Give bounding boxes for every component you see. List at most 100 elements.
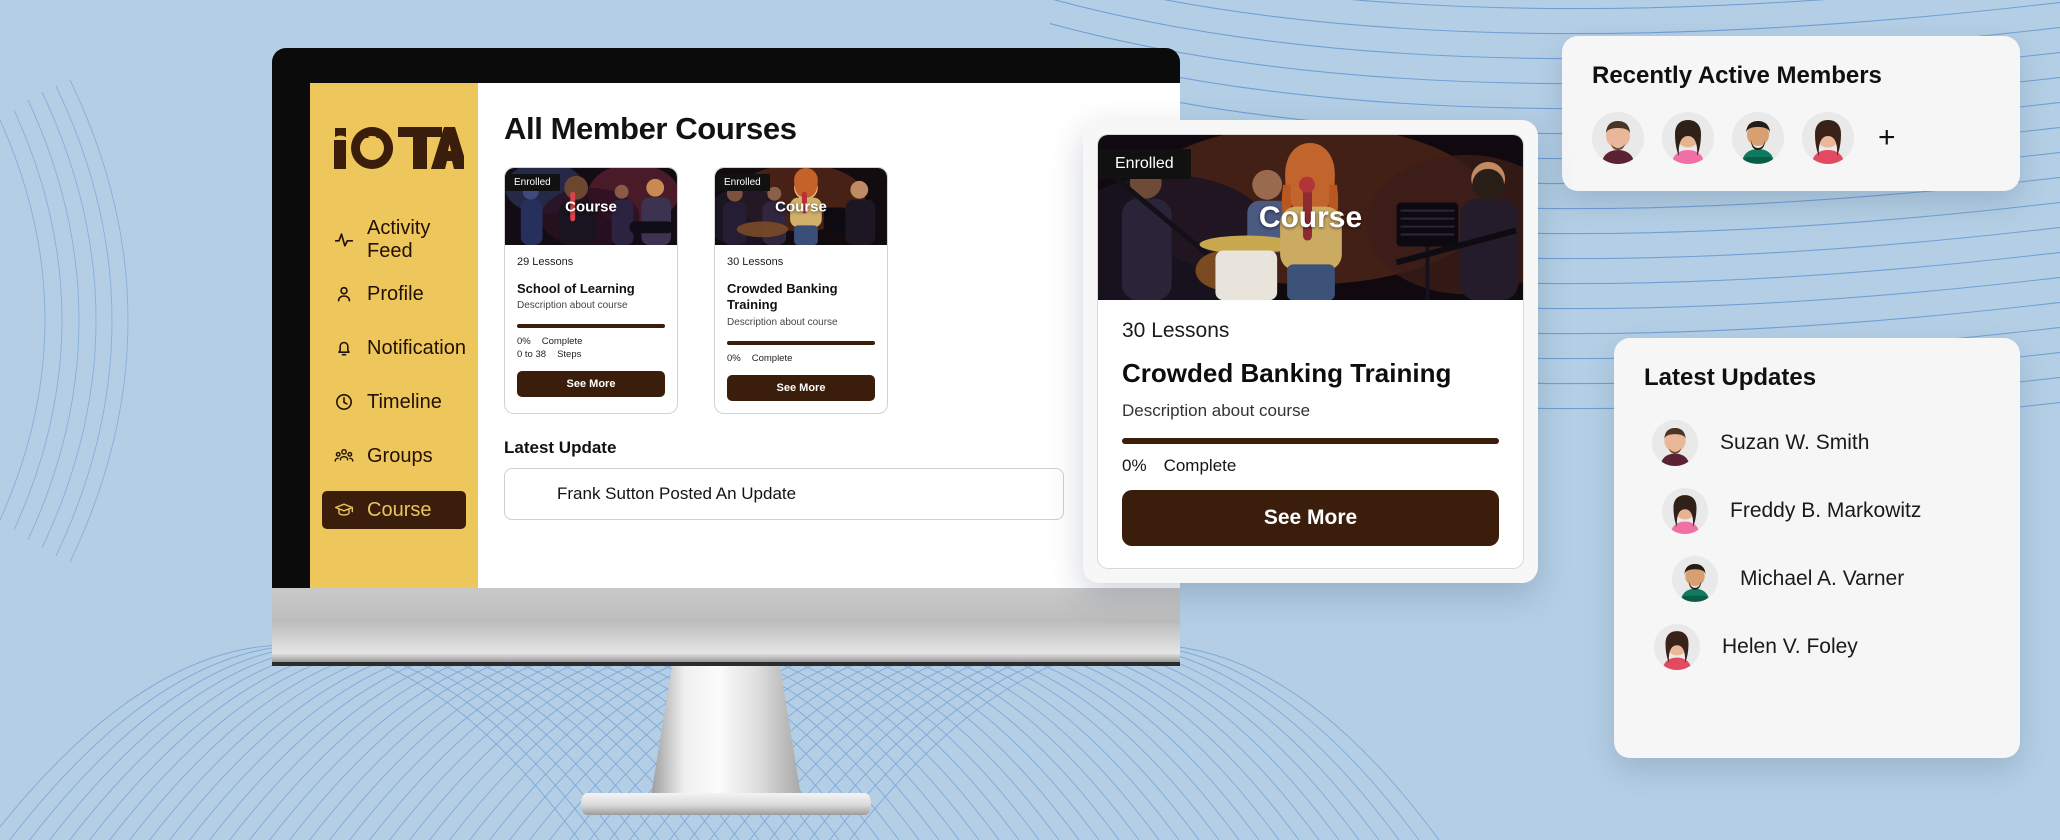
list-item[interactable]: Michael A. Varner: [1644, 556, 1990, 602]
member-name: Helen V. Foley: [1722, 635, 1858, 658]
progress-bar: [517, 324, 665, 329]
see-more-button[interactable]: See More: [1122, 489, 1499, 546]
course-hero-label: Course: [1258, 201, 1363, 234]
stand-base: [581, 793, 871, 815]
course-card-hero: Enrolled Course: [715, 168, 887, 246]
member-avatar[interactable]: [1662, 112, 1714, 164]
sidebar-item-activity-feed[interactable]: Activity Feed: [310, 217, 478, 262]
sidebar-item-notification[interactable]: Notification: [310, 329, 478, 367]
see-more-button[interactable]: See More: [517, 371, 665, 398]
latest-update-text: Frank Sutton Posted An Update: [557, 483, 797, 503]
avatar: [1672, 556, 1718, 602]
enrolled-badge: Enrolled: [715, 174, 770, 191]
avatar-photo: [1732, 112, 1784, 164]
course-title: School of Learning: [517, 281, 635, 296]
progress-bar: [727, 340, 875, 345]
course-card-body: 29 Lessons School of Learning Descriptio…: [505, 246, 677, 409]
panel-title: Recently Active Members: [1592, 62, 1882, 89]
group-people-icon: [334, 446, 354, 466]
member-name: Suzan W. Smith: [1720, 431, 1870, 454]
enrolled-badge: Enrolled: [505, 174, 560, 191]
progress-percent: 0%: [727, 352, 741, 364]
page-title: All Member Courses: [504, 111, 797, 146]
avatar: [1654, 624, 1700, 670]
lessons-count: 29 Lessons: [517, 256, 574, 268]
avatar: [1662, 488, 1708, 534]
list-item[interactable]: Suzan W. Smith: [1644, 420, 1990, 466]
lessons-count: 30 Lessons: [727, 256, 784, 268]
bell-icon: [334, 338, 354, 358]
featured-course-inner: Enrolled Course 30 Lessons Crowded Banki…: [1097, 134, 1524, 569]
sidebar-nav: Activity Feed Profile Notification Timel…: [310, 217, 478, 529]
latest-update-item[interactable]: Frank Sutton Posted An Update: [504, 467, 1064, 520]
desktop-monitor-mockup: Activity Feed Profile Notification Timel…: [272, 48, 1180, 815]
graduation-cap-icon: [334, 500, 354, 520]
sidebar-item-profile[interactable]: Profile: [310, 275, 478, 313]
course-title: Crowded Banking Training: [1122, 358, 1452, 388]
recently-active-members-panel: Recently Active Members +: [1562, 36, 2020, 191]
course-card[interactable]: Enrolled Course 29 Lessons School of Lea…: [504, 167, 678, 414]
avatar-photo: [1592, 112, 1644, 164]
monitor-screen: Activity Feed Profile Notification Timel…: [310, 83, 1180, 588]
course-hero-label: Course: [775, 198, 827, 216]
stand-neck: [651, 666, 801, 796]
enrolled-badge: Enrolled: [1098, 149, 1191, 179]
course-card[interactable]: Enrolled Course 30 Lessons Crowded Banki…: [714, 167, 888, 414]
see-more-button[interactable]: See More: [727, 374, 875, 401]
progress-percent-label: Complete: [541, 336, 583, 348]
latest-update-heading: Latest Update: [504, 437, 617, 457]
member-avatar[interactable]: [1732, 112, 1784, 164]
sidebar-item-course[interactable]: Course: [322, 491, 466, 529]
sidebar-item-label: Timeline: [367, 390, 442, 413]
featured-course-body: 30 Lessons Crowded Banking Training Desc…: [1098, 301, 1523, 568]
course-card-hero: Enrolled Course: [505, 168, 677, 246]
avatar-photo: [1802, 112, 1854, 164]
member-avatar[interactable]: [1592, 112, 1644, 164]
member-name: Freddy B. Markowitz: [1730, 499, 1922, 522]
featured-course-hero: Enrolled Course: [1098, 135, 1523, 301]
add-member-button[interactable]: +: [1878, 123, 1896, 153]
activity-pulse-icon: [334, 230, 354, 250]
course-hero-label: Course: [565, 198, 617, 216]
featured-course-card[interactable]: Enrolled Course 30 Lessons Crowded Banki…: [1083, 120, 1538, 583]
avatar: [1652, 420, 1698, 466]
progress-percent: 0%: [517, 336, 531, 348]
sidebar-item-label: Profile: [367, 282, 424, 305]
user-icon: [334, 284, 354, 304]
avatar-photo: [1654, 624, 1700, 670]
avatar-photo: [1662, 112, 1714, 164]
sidebar-item-label: Course: [367, 498, 432, 521]
steps-value: 0 to 38: [517, 349, 547, 361]
list-item[interactable]: Freddy B. Markowitz: [1644, 488, 1990, 534]
course-cards-row: Enrolled Course 29 Lessons School of Lea…: [504, 167, 1180, 414]
progress-percent-label: Complete: [751, 352, 793, 364]
avatar-photo: [1672, 556, 1718, 602]
steps-label: Steps: [557, 349, 582, 361]
progress-meta: 0% Complete: [727, 353, 875, 364]
panel-title: Latest Updates: [1644, 364, 1817, 391]
sidebar-item-label: Groups: [367, 444, 433, 467]
progress-percent-label: Complete: [1163, 455, 1237, 475]
avatar-photo: [1662, 488, 1708, 534]
list-item[interactable]: Helen V. Foley: [1644, 624, 1990, 670]
course-title: Crowded Banking Training: [727, 281, 838, 313]
monitor-bezel: Activity Feed Profile Notification Timel…: [272, 48, 1180, 588]
main-content: All Member Courses Enrolled Course 29 Le…: [478, 83, 1180, 588]
member-name: Michael A. Varner: [1740, 567, 1905, 590]
course-card-body: 30 Lessons Crowded Banking Training Desc…: [715, 246, 887, 413]
course-description: Description about course: [517, 300, 628, 312]
progress-percent: 0%: [1122, 455, 1147, 475]
member-avatar[interactable]: [1802, 112, 1854, 164]
sidebar-item-label: Notification: [367, 336, 466, 359]
progress-bar: [1122, 437, 1499, 444]
course-description: Description about course: [1122, 400, 1311, 420]
sidebar-item-timeline[interactable]: Timeline: [310, 383, 478, 421]
monitor-chin: [272, 588, 1180, 666]
app-logo[interactable]: [332, 123, 478, 175]
progress-meta: 0% Complete: [517, 336, 665, 347]
sidebar-item-groups[interactable]: Groups: [310, 437, 478, 475]
avatar-photo: [1652, 420, 1698, 466]
course-description: Description about course: [727, 316, 838, 328]
latest-updates-panel: Latest Updates Suzan W. Smith Freddy B. …: [1614, 338, 2020, 758]
clock-icon: [334, 392, 354, 412]
